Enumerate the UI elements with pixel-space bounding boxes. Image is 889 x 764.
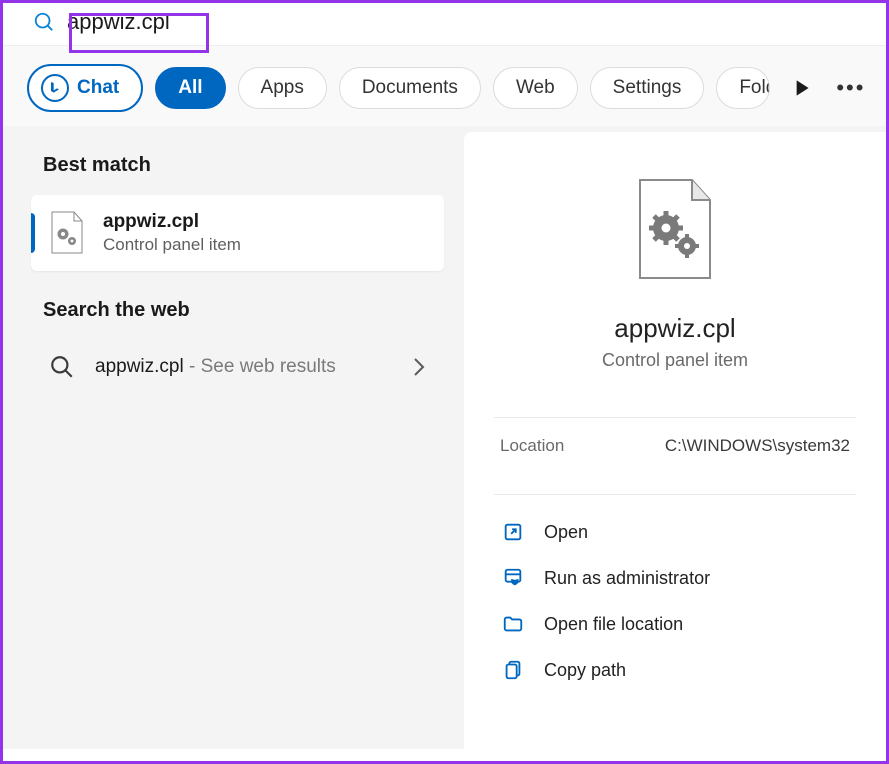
action-run-admin[interactable]: Run as administrator	[494, 555, 856, 601]
search-input[interactable]	[67, 9, 367, 35]
best-match-header: Best match	[43, 154, 444, 177]
results-pane: Best match appwiz.cpl Control panel item…	[3, 126, 458, 749]
tab-chat[interactable]: Chat	[27, 64, 143, 112]
action-copy-path[interactable]: Copy path	[494, 647, 856, 693]
detail-title: appwiz.cpl	[494, 313, 856, 344]
tab-chat-label: Chat	[77, 77, 119, 99]
result-text: appwiz.cpl Control panel item	[103, 211, 241, 255]
copy-icon	[502, 659, 524, 681]
scroll-right-icon[interactable]	[788, 75, 814, 101]
result-title: appwiz.cpl	[103, 211, 241, 233]
web-search-primary: appwiz.cpl	[95, 356, 184, 377]
tab-folders[interactable]: Folders	[716, 67, 770, 109]
action-open[interactable]: Open	[494, 509, 856, 555]
tab-web[interactable]: Web	[493, 67, 578, 109]
meta-location: Location C:\WINDOWS\system32	[494, 417, 856, 474]
result-subtitle: Control panel item	[103, 235, 241, 255]
shield-admin-icon	[502, 567, 524, 589]
web-search-label: appwiz.cpl - See web results	[95, 356, 392, 378]
search-web-header: Search the web	[43, 299, 444, 322]
chevron-right-icon	[412, 356, 426, 378]
content-area: Best match appwiz.cpl Control panel item…	[3, 126, 886, 749]
open-icon	[502, 521, 524, 543]
action-open-location[interactable]: Open file location	[494, 601, 856, 647]
actions-list: Open Run as administrator Open file loca…	[494, 494, 856, 693]
tab-all[interactable]: All	[155, 67, 225, 109]
detail-subtitle: Control panel item	[494, 350, 856, 371]
action-run-admin-label: Run as administrator	[544, 568, 710, 589]
tab-apps[interactable]: Apps	[238, 67, 327, 109]
action-open-location-label: Open file location	[544, 614, 683, 635]
search-bar	[3, 3, 886, 45]
control-panel-file-icon-large	[634, 178, 716, 282]
bing-icon	[41, 74, 69, 102]
best-match-result[interactable]: appwiz.cpl Control panel item	[31, 195, 444, 271]
action-copy-path-label: Copy path	[544, 660, 626, 681]
meta-location-label: Location	[500, 436, 564, 456]
action-open-label: Open	[544, 522, 588, 543]
control-panel-file-icon	[49, 211, 85, 255]
folder-icon	[502, 613, 524, 635]
search-icon	[49, 354, 75, 380]
detail-icon	[634, 178, 716, 287]
filter-bar: Chat All Apps Documents Web Settings Fol…	[3, 45, 886, 126]
tab-settings[interactable]: Settings	[590, 67, 705, 109]
meta-location-value: C:\WINDOWS\system32	[665, 436, 850, 456]
web-search-item[interactable]: appwiz.cpl - See web results	[31, 340, 444, 394]
selection-accent	[31, 213, 35, 253]
search-icon	[33, 11, 55, 33]
detail-pane: appwiz.cpl Control panel item Location C…	[464, 132, 886, 749]
search-window: Chat All Apps Documents Web Settings Fol…	[0, 0, 889, 764]
more-options-button[interactable]: •••	[826, 71, 875, 105]
tab-documents[interactable]: Documents	[339, 67, 481, 109]
web-search-secondary: - See web results	[184, 356, 336, 377]
